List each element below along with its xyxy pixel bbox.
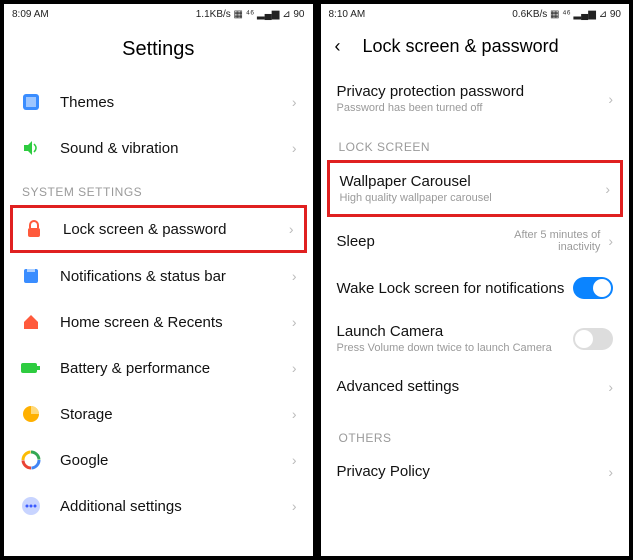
status-time: 8:10 AM (329, 9, 366, 20)
row-subtext: Password has been turned off (337, 102, 609, 114)
row-label: Advanced settings (337, 378, 609, 395)
storage-icon (20, 403, 42, 425)
row-wallpaper-carousel[interactable]: Wallpaper Carousel High quality wallpape… (327, 160, 624, 217)
status-bar: 8:10 AM 0.6KB/s ▦ ⁴⁶ ▂▄▆ ⊿ 90 (321, 4, 630, 24)
status-indicators: 1.1KB/s ▦ ⁴⁶ ▂▄▆ ⊿ 90 (196, 9, 305, 20)
more-icon (20, 495, 42, 517)
row-additional[interactable]: Additional settings › (4, 483, 313, 529)
header: ‹ Lock screen & password (321, 24, 630, 71)
row-privacy-policy[interactable]: Privacy Policy › (321, 451, 630, 492)
chevron-right-icon: › (608, 464, 613, 480)
battery-icon (20, 357, 42, 379)
row-label: Home screen & Recents (60, 314, 292, 331)
chevron-right-icon: › (292, 498, 297, 514)
row-wake-notifications[interactable]: Wake Lock screen for notifications (321, 265, 630, 311)
section-header: OTHERS (321, 417, 630, 451)
row-notifications[interactable]: Notifications & status bar › (4, 253, 313, 299)
toggle-camera[interactable] (573, 328, 613, 350)
row-lock-screen[interactable]: Lock screen & password › (10, 205, 307, 253)
google-icon (20, 449, 42, 471)
row-label: Themes (60, 94, 292, 111)
row-label: Sleep (337, 233, 491, 250)
row-label: Battery & performance (60, 360, 292, 377)
row-battery[interactable]: Battery & performance › (4, 345, 313, 391)
row-google[interactable]: Google › (4, 437, 313, 483)
row-label: Additional settings (60, 498, 292, 515)
row-label: Lock screen & password (63, 221, 289, 238)
chevron-right-icon: › (605, 181, 610, 197)
row-label: Sound & vibration (60, 140, 292, 157)
row-privacy-password[interactable]: Privacy protection password Password has… (321, 71, 630, 126)
row-sleep[interactable]: Sleep After 5 minutes of inactivity › (321, 217, 630, 265)
row-label: Launch Camera (337, 323, 574, 340)
row-subtext: Press Volume down twice to launch Camera (337, 342, 574, 354)
row-advanced[interactable]: Advanced settings › (321, 366, 630, 407)
home-icon (20, 311, 42, 333)
chevron-right-icon: › (608, 379, 613, 395)
row-value: After 5 minutes of inactivity (490, 229, 600, 253)
chevron-right-icon: › (292, 94, 297, 110)
back-icon[interactable]: ‹ (335, 36, 341, 57)
chevron-right-icon: › (292, 314, 297, 330)
row-label: Privacy Policy (337, 463, 609, 480)
page-title: Settings (4, 24, 313, 79)
toggle-wake[interactable] (573, 277, 613, 299)
status-indicators: 0.6KB/s ▦ ⁴⁶ ▂▄▆ ⊿ 90 (512, 9, 621, 20)
chevron-right-icon: › (608, 91, 613, 107)
section-header: SYSTEM SETTINGS (4, 171, 313, 205)
chevron-right-icon: › (289, 221, 294, 237)
row-themes[interactable]: Themes › (4, 79, 313, 125)
chevron-right-icon: › (292, 360, 297, 376)
chevron-right-icon: › (292, 268, 297, 284)
lock-icon (23, 218, 45, 240)
themes-icon (20, 91, 42, 113)
lock-screen-settings: 8:10 AM 0.6KB/s ▦ ⁴⁶ ▂▄▆ ⊿ 90 ‹ Lock scr… (319, 2, 632, 558)
row-label: Google (60, 452, 292, 469)
row-storage[interactable]: Storage › (4, 391, 313, 437)
page-title: Lock screen & password (363, 36, 559, 57)
row-label: Wallpaper Carousel (340, 173, 606, 190)
row-sound[interactable]: Sound & vibration › (4, 125, 313, 171)
status-bar: 8:09 AM 1.1KB/s ▦ ⁴⁶ ▂▄▆ ⊿ 90 (4, 4, 313, 24)
row-home-screen[interactable]: Home screen & Recents › (4, 299, 313, 345)
row-label: Notifications & status bar (60, 268, 292, 285)
notifications-icon (20, 265, 42, 287)
sound-icon (20, 137, 42, 159)
row-label: Privacy protection password (337, 83, 609, 100)
chevron-right-icon: › (292, 406, 297, 422)
row-label: Storage (60, 406, 292, 423)
chevron-right-icon: › (292, 452, 297, 468)
status-time: 8:09 AM (12, 9, 49, 20)
chevron-right-icon: › (608, 233, 613, 249)
row-label: Wake Lock screen for notifications (337, 280, 574, 297)
section-header: LOCK SCREEN (321, 126, 630, 160)
row-subtext: High quality wallpaper carousel (340, 192, 606, 204)
row-launch-camera[interactable]: Launch Camera Press Volume down twice to… (321, 311, 630, 366)
settings-screen: 8:09 AM 1.1KB/s ▦ ⁴⁶ ▂▄▆ ⊿ 90 Settings T… (2, 2, 315, 558)
chevron-right-icon: › (292, 140, 297, 156)
